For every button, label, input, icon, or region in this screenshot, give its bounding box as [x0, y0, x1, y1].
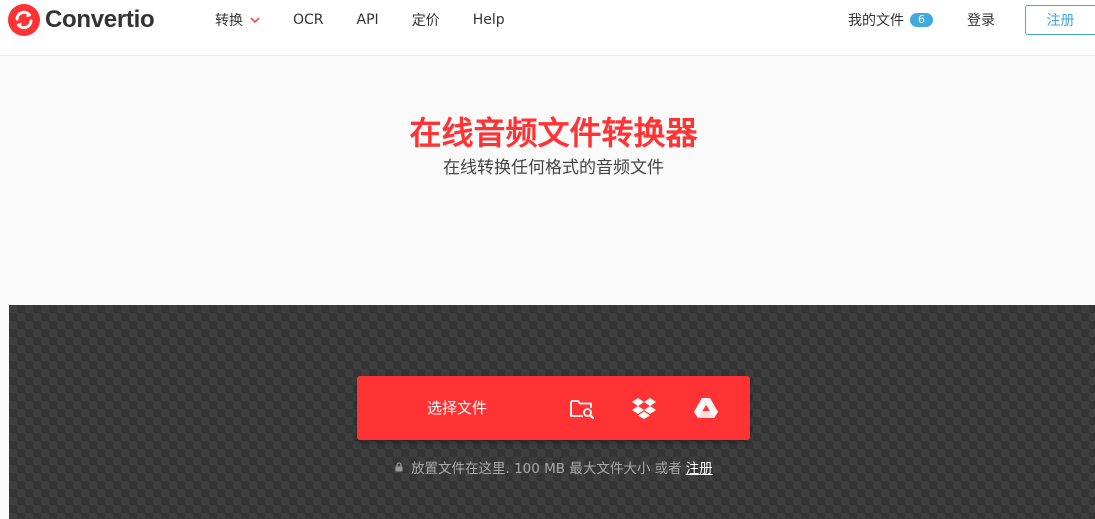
lock-icon: [395, 462, 403, 472]
file-drop-zone[interactable]: 选择文件 放置文件在这里. 100 MB 最大文件大小 或者 注册: [9, 305, 1095, 519]
upload-bar: 选择文件: [357, 376, 750, 440]
login-link[interactable]: 登录: [967, 10, 995, 30]
file-count-badge: 6: [910, 13, 933, 27]
top-header: Convertio 转换 OCR API 定价 Help 我的文件 6 登录 注…: [0, 0, 1095, 56]
nav-item-label: 转换: [215, 13, 243, 29]
account-nav: 我的文件 6 登录 注册: [848, 0, 1095, 40]
local-folder-search-icon[interactable]: [569, 396, 595, 420]
nav-item-help[interactable]: Help: [473, 12, 505, 28]
chevron-down-icon: [250, 17, 260, 23]
my-files-label: 我的文件: [848, 13, 904, 29]
google-drive-icon[interactable]: [693, 396, 719, 420]
nav-item-convert[interactable]: 转换: [215, 10, 260, 30]
page-title: 在线音频文件转换器: [409, 114, 698, 152]
nav-item-api[interactable]: API: [357, 12, 379, 28]
dropbox-icon[interactable]: [631, 396, 657, 420]
nav-item-ocr[interactable]: OCR: [293, 12, 324, 28]
nav-item-pricing[interactable]: 定价: [412, 10, 440, 30]
nav-item-label: 定价: [411, 13, 440, 29]
signup-link[interactable]: 注册: [686, 457, 713, 477]
choose-files-button[interactable]: 选择文件: [427, 376, 487, 440]
my-files-link[interactable]: 我的文件 6: [848, 10, 933, 30]
convertio-logo-icon: [8, 4, 40, 36]
page-subtitle: 在线转换任何格式的音频文件: [443, 158, 664, 178]
convertio-logo[interactable]: Convertio: [8, 4, 155, 36]
signup-button[interactable]: 注册: [1025, 5, 1095, 35]
drop-instructions: 放置文件在这里. 100 MB 最大文件大小 或者 注册: [395, 457, 713, 477]
nav-item-label: Help: [472, 12, 505, 28]
brand-name: Convertio: [45, 6, 155, 33]
drop-note-text: 放置文件在这里. 100 MB 最大文件大小 或者: [411, 461, 682, 477]
nav-item-label: OCR: [293, 12, 324, 28]
nav-item-label: API: [356, 12, 379, 28]
main-nav: 转换 OCR API 定价 Help: [215, 0, 505, 40]
